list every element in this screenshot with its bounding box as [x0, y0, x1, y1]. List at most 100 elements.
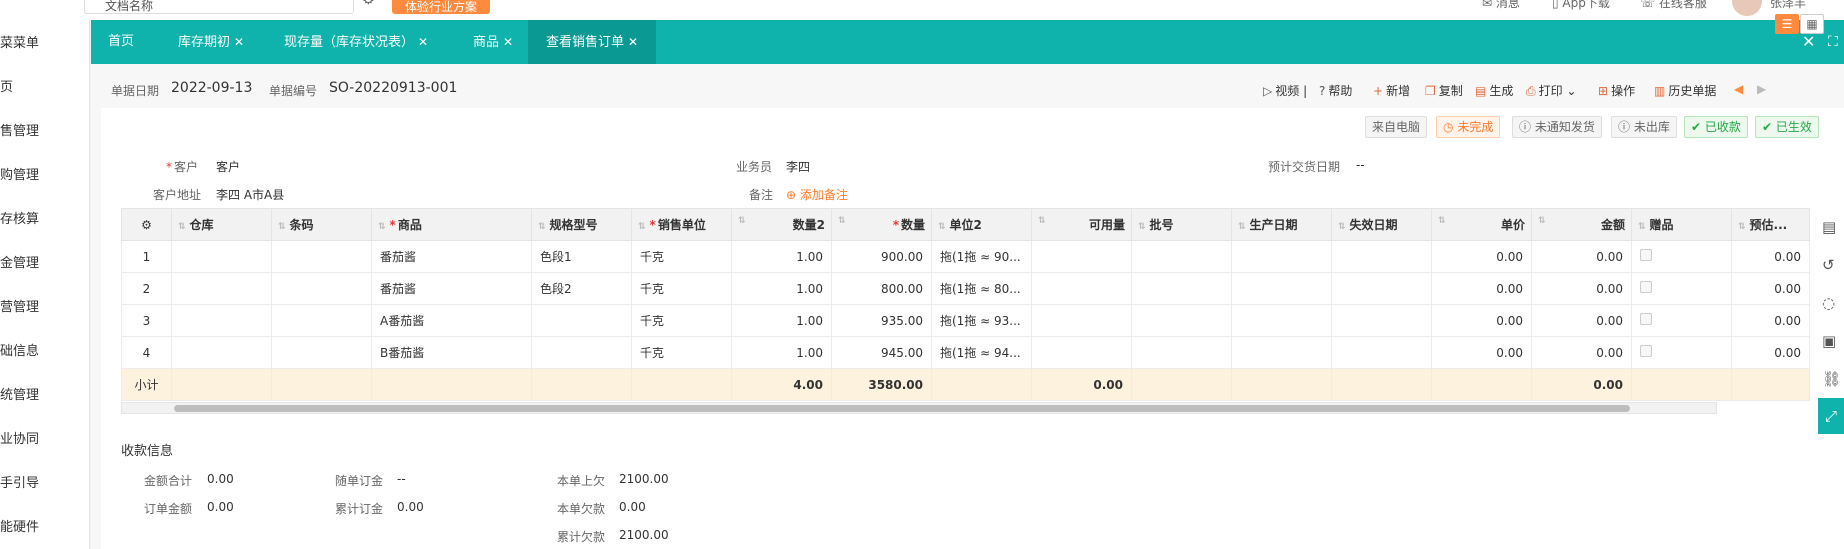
- cell-sales-unit[interactable]: 千克: [631, 336, 732, 369]
- cell-production-date[interactable]: [1231, 272, 1332, 305]
- sidebar-item-inventory[interactable]: 存核算: [0, 208, 39, 228]
- delivery-date-value[interactable]: --: [1356, 158, 1365, 172]
- cell-warehouse[interactable]: [171, 336, 272, 369]
- cell-batch[interactable]: [1131, 240, 1232, 273]
- cell-batch[interactable]: [1131, 272, 1232, 305]
- cell-unit-price[interactable]: 0.00: [1431, 336, 1532, 369]
- cell-qty2[interactable]: 1.00: [731, 304, 832, 337]
- cell-qty2[interactable]: 1.00: [731, 240, 832, 273]
- col-amount[interactable]: ⇅ 金额: [1531, 208, 1632, 241]
- cell-qty[interactable]: 800.00: [831, 272, 932, 305]
- messages-link[interactable]: ✉ 消息: [1482, 0, 1520, 11]
- cell-estimate[interactable]: 0.00: [1731, 304, 1810, 337]
- table-row[interactable]: 3 A番茄酱 千克 1.00 935.00 拖(1拖 ≈ 93... 0.00 …: [121, 304, 1810, 337]
- cell-qty2[interactable]: 1.00: [731, 336, 832, 369]
- cell-sales-unit[interactable]: 千克: [631, 240, 732, 273]
- sidebar-item-collaboration[interactable]: 业协同: [0, 428, 39, 448]
- video-button[interactable]: ▷ 视频 |: [1263, 82, 1307, 99]
- fullscreen-icon[interactable]: ⛶: [1828, 20, 1838, 64]
- debt-icon[interactable]: ◌: [1822, 294, 1835, 312]
- cell-estimate[interactable]: 0.00: [1731, 336, 1810, 369]
- tab-current-stock[interactable]: 现存量（库存状况表） ✕: [284, 20, 428, 64]
- cell-expiry-date[interactable]: [1331, 336, 1432, 369]
- sidebar-item-purchase[interactable]: 购管理: [0, 164, 39, 184]
- tab-products[interactable]: 商品 ✕: [473, 20, 513, 64]
- col-production-date[interactable]: ⇅ 生产日期: [1231, 208, 1332, 241]
- table-row[interactable]: 1 番茄酱 色段1 千克 1.00 900.00 拖(1拖 ≈ 90... 0.…: [121, 240, 1810, 273]
- col-gift[interactable]: ⇅ 赠品: [1631, 208, 1732, 241]
- deposit-value[interactable]: --: [397, 472, 406, 486]
- col-qty[interactable]: ⇅ * 数量: [831, 208, 932, 241]
- scrollbar-thumb[interactable]: [174, 405, 1630, 412]
- cell-qty[interactable]: 900.00: [831, 240, 932, 273]
- cell-batch[interactable]: [1131, 304, 1232, 337]
- cell-sales-unit[interactable]: 千克: [631, 304, 732, 337]
- col-available[interactable]: ⇅ 可用量: [1031, 208, 1132, 241]
- col-batch[interactable]: ⇅ 批号: [1131, 208, 1232, 241]
- history-button[interactable]: ▥ 历史单据: [1654, 82, 1716, 99]
- cell-amount[interactable]: 0.00: [1531, 304, 1632, 337]
- cell-qty2[interactable]: 1.00: [731, 272, 832, 305]
- close-icon[interactable]: ✕: [503, 35, 513, 49]
- cell-barcode[interactable]: [271, 240, 372, 273]
- cell-unit-price[interactable]: 0.00: [1431, 304, 1532, 337]
- col-estimate[interactable]: ⇅ 预估...: [1731, 208, 1810, 241]
- cell-unit-price[interactable]: 0.00: [1431, 272, 1532, 305]
- cell-expiry-date[interactable]: [1331, 240, 1432, 273]
- expand-icon[interactable]: ⤢: [1818, 398, 1844, 434]
- address-value[interactable]: 李四 A市A县: [216, 186, 284, 203]
- app-download-link[interactable]: ▯ App下载: [1552, 0, 1610, 11]
- new-button[interactable]: + 新增: [1373, 82, 1410, 99]
- cell-warehouse[interactable]: [171, 240, 272, 273]
- table-row[interactable]: 4 B番茄酱 千克 1.00 945.00 拖(1拖 ≈ 94... 0.00 …: [121, 336, 1810, 369]
- gift-checkbox[interactable]: [1640, 345, 1652, 357]
- list-view-icon[interactable]: ☰: [1775, 14, 1799, 34]
- chevron-down-icon[interactable]: ⌄: [1566, 84, 1576, 98]
- cell-spec[interactable]: [531, 304, 632, 337]
- cell-unit-price[interactable]: 0.00: [1431, 240, 1532, 273]
- settings-icon[interactable]: ⚙: [362, 0, 375, 8]
- next-icon[interactable]: ▶: [1757, 82, 1766, 96]
- sidebar-item-sales[interactable]: 售管理: [0, 120, 39, 140]
- cell-product[interactable]: 番茄酱: [371, 240, 532, 273]
- sidebar-item-home[interactable]: 页: [0, 76, 13, 96]
- sidebar-item-basic-info[interactable]: 础信息: [0, 340, 39, 360]
- cell-expiry-date[interactable]: [1331, 272, 1432, 305]
- col-unit2[interactable]: ⇅ 单位2: [931, 208, 1032, 241]
- cell-estimate[interactable]: 0.00: [1731, 240, 1810, 273]
- col-warehouse[interactable]: ⇅ 仓库: [171, 208, 272, 241]
- close-icon[interactable]: ✕: [628, 35, 638, 49]
- gift-checkbox[interactable]: [1640, 249, 1652, 261]
- cell-amount[interactable]: 0.00: [1531, 272, 1632, 305]
- cell-amount[interactable]: 0.00: [1531, 240, 1632, 273]
- sidebar-item-operations[interactable]: 营管理: [0, 296, 39, 316]
- help-button[interactable]: ? 帮助: [1319, 82, 1352, 99]
- cell-product[interactable]: A番茄酱: [371, 304, 532, 337]
- cell-unit2[interactable]: 拖(1拖 ≈ 90...: [931, 240, 1032, 273]
- cell-production-date[interactable]: [1231, 304, 1332, 337]
- col-spec[interactable]: ⇅ 规格型号: [531, 208, 632, 241]
- operation-button[interactable]: ⊞ 操作: [1598, 82, 1635, 99]
- customer-value[interactable]: 客户: [216, 158, 240, 175]
- history-icon[interactable]: ↺: [1822, 256, 1835, 274]
- tab-home[interactable]: 首页: [108, 20, 134, 64]
- user-name[interactable]: 张泽丰: [1770, 0, 1806, 11]
- cell-warehouse[interactable]: [171, 304, 272, 337]
- online-service-link[interactable]: ☏ 在线客服: [1640, 0, 1707, 11]
- col-qty2[interactable]: ⇅ 数量2: [731, 208, 832, 241]
- sidebar-item-finance[interactable]: 金管理: [0, 252, 39, 272]
- sidebar-item-guide[interactable]: 手引导: [0, 472, 39, 492]
- avatar[interactable]: [1732, 0, 1762, 16]
- cell-barcode[interactable]: [271, 336, 372, 369]
- col-product[interactable]: ⇅ * 商品: [371, 208, 532, 241]
- table-horizontal-scrollbar[interactable]: [121, 402, 1717, 414]
- cell-production-date[interactable]: [1231, 240, 1332, 273]
- col-barcode[interactable]: ⇅ 条码: [271, 208, 372, 241]
- form-settings-icon[interactable]: ▤: [1822, 218, 1836, 236]
- cell-gift[interactable]: [1631, 304, 1732, 337]
- cell-sales-unit[interactable]: 千克: [631, 272, 732, 305]
- cell-product[interactable]: B番茄酱: [371, 336, 532, 369]
- cell-barcode[interactable]: [271, 272, 372, 305]
- gift-checkbox[interactable]: [1640, 313, 1652, 325]
- cell-spec[interactable]: 色段2: [531, 272, 632, 305]
